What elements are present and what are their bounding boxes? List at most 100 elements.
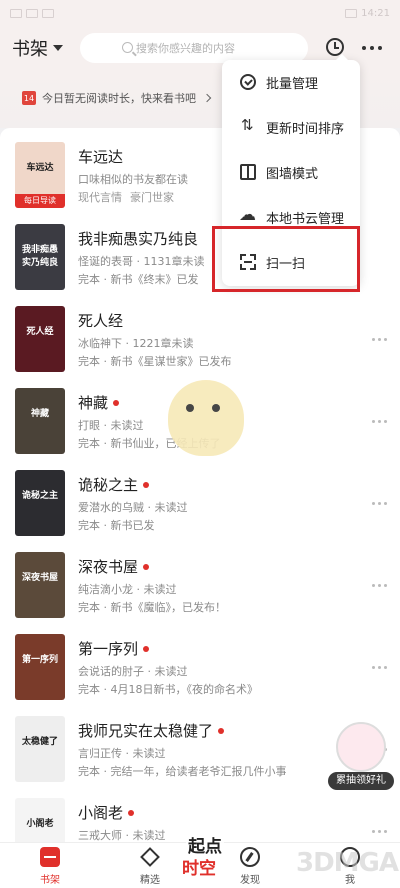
status-right: 14:21 — [345, 8, 390, 19]
book-more-icon[interactable] — [372, 502, 387, 505]
menu-item-label: 更新时间排序 — [266, 121, 345, 137]
menu-item-batch[interactable]: 批量管理 — [222, 60, 360, 104]
watermark: 3DMGAME — [296, 848, 400, 878]
gift-label: 累抽领好礼 — [328, 772, 394, 790]
shelf-dropdown[interactable]: 书架 — [12, 35, 63, 61]
book-item[interactable]: 诡秘之主 诡秘之主 爱潜水的乌贼 · 未读过 完本 · 新书已发 — [0, 464, 400, 546]
book-title: 我师兄实在太稳健了 — [78, 720, 225, 741]
cover-title: 诡秘之主 — [21, 491, 58, 501]
book-cover[interactable]: 太稳健了 — [15, 716, 65, 782]
update-dot-icon — [128, 809, 135, 816]
update-dot-icon — [143, 481, 150, 488]
book-cover[interactable]: 小阁老 — [15, 798, 65, 842]
update-dot-icon — [113, 399, 120, 406]
book-status: 现代言情 豪门世家 — [78, 189, 182, 205]
update-dot-icon — [143, 563, 150, 570]
caret-down-icon — [53, 45, 63, 51]
cover-title: 第一序列 — [21, 655, 58, 665]
cover-title: 死人经 — [26, 327, 54, 337]
book-title-text: 我非痴愚实乃纯良 — [78, 230, 199, 248]
signal-icon — [10, 8, 22, 18]
menu-item-wall[interactable]: 图墙模式 — [222, 150, 360, 194]
book-title: 我非痴愚实乃纯良 — [78, 228, 198, 249]
update-dot-icon — [143, 645, 150, 652]
more-menu-button[interactable] — [362, 46, 382, 50]
book-title-text: 小阁老 — [78, 804, 124, 822]
mascot-sticker — [168, 380, 244, 456]
calendar-icon: 14 — [22, 91, 36, 105]
nav-label: 精选 — [140, 875, 160, 886]
book-cover[interactable]: 深夜书屋 — [15, 552, 65, 618]
book-title: 小阁老 — [78, 802, 135, 823]
menu-item-sort[interactable]: 更新时间排序 — [222, 105, 360, 149]
nav-label: 书架 — [40, 875, 60, 886]
menu-item-label: 本地书云管理 — [266, 211, 345, 227]
book-title: 车远达 — [78, 146, 123, 167]
brand-bottom: 时空 — [180, 854, 218, 879]
book-status: 完本 · 新书已发 — [78, 519, 155, 532]
book-meta: 三戒大师 · 未读过 — [78, 829, 166, 842]
cover-title: 太稳健了 — [21, 737, 58, 747]
book-meta: 会说话的肘子 · 未读过 — [78, 665, 188, 678]
book-cover[interactable]: 我非痴愚 实乃纯良 — [15, 224, 65, 290]
book-tag: 现代言情 — [78, 191, 122, 204]
search-icon — [122, 42, 133, 53]
book-title: 诡秘之主 — [78, 474, 150, 495]
tab-bookshelf[interactable]: 书架 — [0, 843, 100, 888]
wifi-icon — [42, 8, 54, 18]
book-status: 完本 · 4月18日新书，《夜的命名术》 — [78, 683, 258, 696]
book-cover[interactable]: 神藏 — [15, 388, 65, 454]
book-title-text: 深夜书屋 — [78, 558, 139, 576]
book-title: 死人经 — [78, 310, 123, 331]
book-meta: 怪诞的表哥 · 1131章未读 — [78, 255, 205, 268]
banner-content: 14 今日暂无阅读时长，快来看书吧 — [22, 90, 212, 106]
book-cover[interactable]: 第一序列 — [15, 634, 65, 700]
status-left — [10, 8, 54, 18]
highlight-box — [212, 226, 360, 292]
gift-avatar — [336, 722, 386, 772]
grid-icon — [240, 164, 256, 180]
book-title: 深夜书屋 — [78, 556, 150, 577]
status-time: 14:21 — [361, 7, 390, 19]
gem-icon — [140, 847, 160, 867]
book-more-icon[interactable] — [372, 420, 387, 423]
book-status: 完本 · 新书《魔临》，已发布！ — [78, 601, 226, 614]
check-circle-icon — [240, 74, 256, 90]
book-cover[interactable]: 车远达 每日导读 — [15, 142, 65, 208]
shelf-title: 书架 — [12, 39, 48, 60]
app-page: 14:21 书架 搜索你感兴趣的内容 14 今日暂无阅读时长，快来看书吧 车远达… — [0, 0, 400, 888]
book-status: 完本 · 新书《终末》已发 — [78, 273, 199, 286]
book-more-icon[interactable] — [372, 338, 387, 341]
book-item[interactable]: 第一序列 第一序列 会说话的肘子 · 未读过 完本 · 4月18日新书，《夜的命名术》 — [0, 628, 400, 710]
banner-text: 今日暂无阅读时长，快来看书吧 — [42, 92, 196, 105]
book-title-text: 诡秘之主 — [78, 476, 139, 494]
book-meta: 爱潜水的乌贼 · 未读过 — [78, 501, 188, 514]
cloud-icon — [239, 205, 256, 225]
book-title: 神藏 — [78, 392, 120, 413]
gift-floating-button[interactable]: 累抽领好礼 — [328, 722, 394, 792]
book-meta: 纯洁滴小龙 · 未读过 — [78, 583, 177, 596]
signal-icon-2 — [26, 8, 38, 18]
cover-title: 我非痴愚 实乃纯良 — [21, 245, 58, 268]
book-title-text: 我师兄实在太稳健了 — [78, 722, 214, 740]
book-cover[interactable]: 诡秘之主 — [15, 470, 65, 536]
book-item[interactable]: 死人经 死人经 冰临神下 · 1221章未读 完本 · 新书《星谋世家》已发布 — [0, 300, 400, 382]
book-item[interactable]: 深夜书屋 深夜书屋 纯洁滴小龙 · 未读过 完本 · 新书《魔临》，已发布！ — [0, 546, 400, 628]
search-input[interactable]: 搜索你感兴趣的内容 — [80, 33, 308, 63]
book-title-text: 第一序列 — [78, 640, 139, 658]
cover-badge: 每日导读 — [15, 194, 65, 208]
book-meta: 冰临神下 · 1221章未读 — [78, 337, 194, 350]
menu-item-label: 批量管理 — [266, 76, 319, 92]
search-placeholder: 搜索你感兴趣的内容 — [136, 42, 235, 55]
menu-item-label: 图墙模式 — [266, 166, 319, 182]
book-title-text: 死人经 — [78, 312, 124, 330]
cover-title: 深夜书屋 — [21, 573, 58, 583]
book-more-icon[interactable] — [372, 830, 387, 833]
book-cover[interactable]: 死人经 — [15, 306, 65, 372]
book-tag: 豪门世家 — [130, 191, 174, 204]
book-status: 完本 · 新书《星谋世家》已发布 — [78, 355, 232, 368]
book-more-icon[interactable] — [372, 584, 387, 587]
book-more-icon[interactable] — [372, 666, 387, 669]
brand-logo: 起点 时空 — [178, 828, 250, 884]
battery-icon — [345, 8, 358, 18]
